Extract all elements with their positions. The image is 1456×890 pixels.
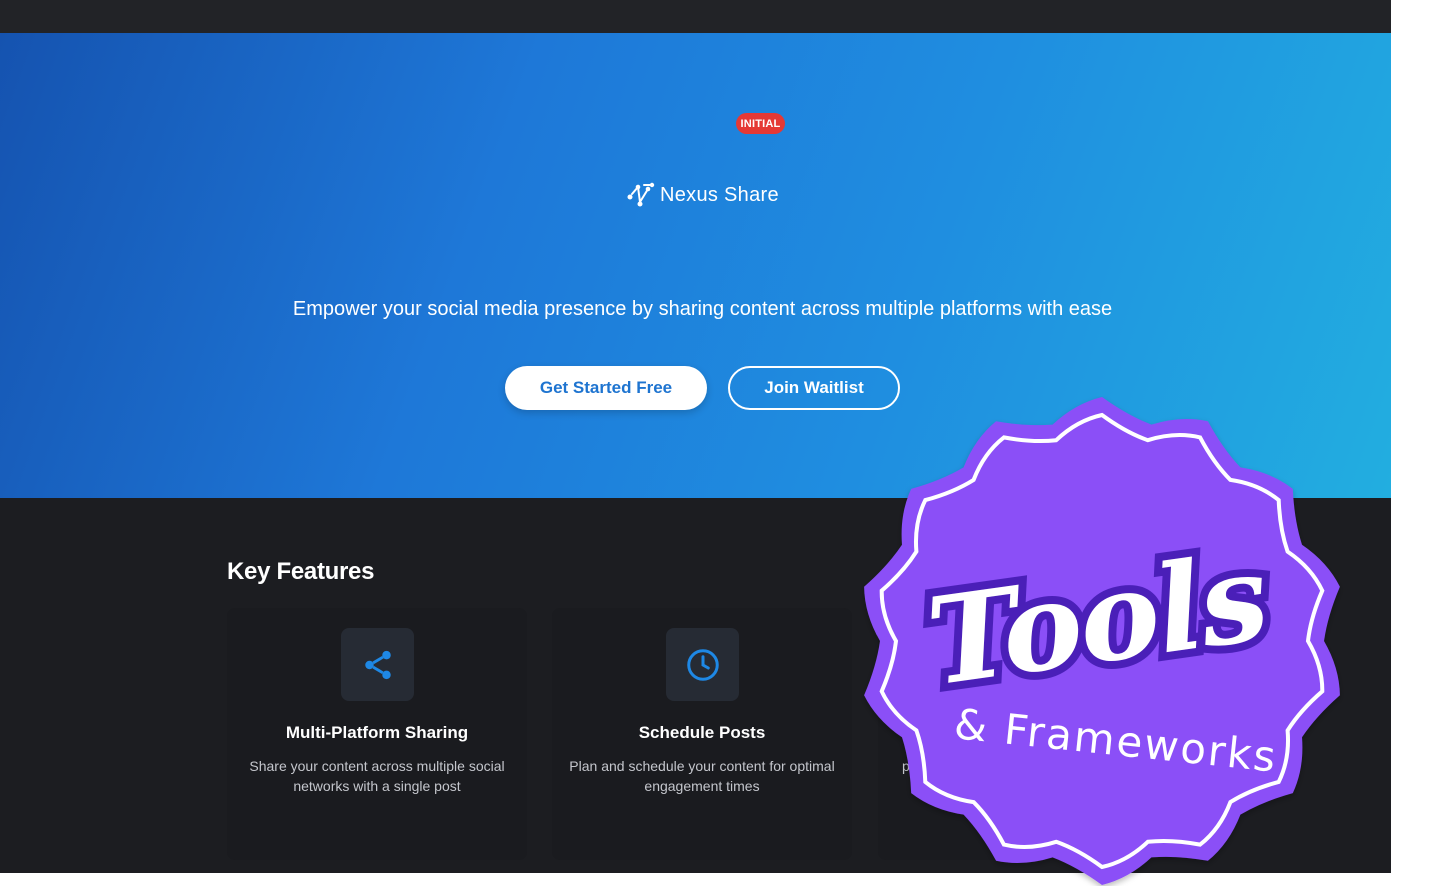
feature-icon-box xyxy=(666,628,739,701)
feature-card-schedule[interactable]: Schedule Posts Plan and schedule your co… xyxy=(552,608,852,860)
share-icon xyxy=(364,650,391,679)
brand-name: Nexus Share xyxy=(660,183,779,206)
get-started-button[interactable]: Get Started Free xyxy=(505,366,707,410)
hero-tagline: Empower your social media presence by sh… xyxy=(292,298,1113,320)
tools-frameworks-sticker: Tools & Frameworks xyxy=(864,397,1340,885)
feature-description: Plan and schedule your content for optim… xyxy=(569,758,835,794)
status-badge: INITIAL xyxy=(736,113,785,134)
brand-logo[interactable]: Nexus Share xyxy=(626,180,779,210)
clock-icon xyxy=(686,648,719,681)
feature-title: Schedule Posts xyxy=(638,723,766,742)
nexus-logo-icon xyxy=(627,182,655,207)
feature-icon-box xyxy=(341,628,414,701)
features-heading: Key Features xyxy=(227,558,375,585)
top-bar xyxy=(0,0,1391,33)
feature-description: Share your content across multiple socia… xyxy=(249,758,505,794)
feature-title: Multi-Platform Sharing xyxy=(285,723,469,742)
feature-card-multi-platform[interactable]: Multi-Platform Sharing Share your conten… xyxy=(227,608,527,860)
